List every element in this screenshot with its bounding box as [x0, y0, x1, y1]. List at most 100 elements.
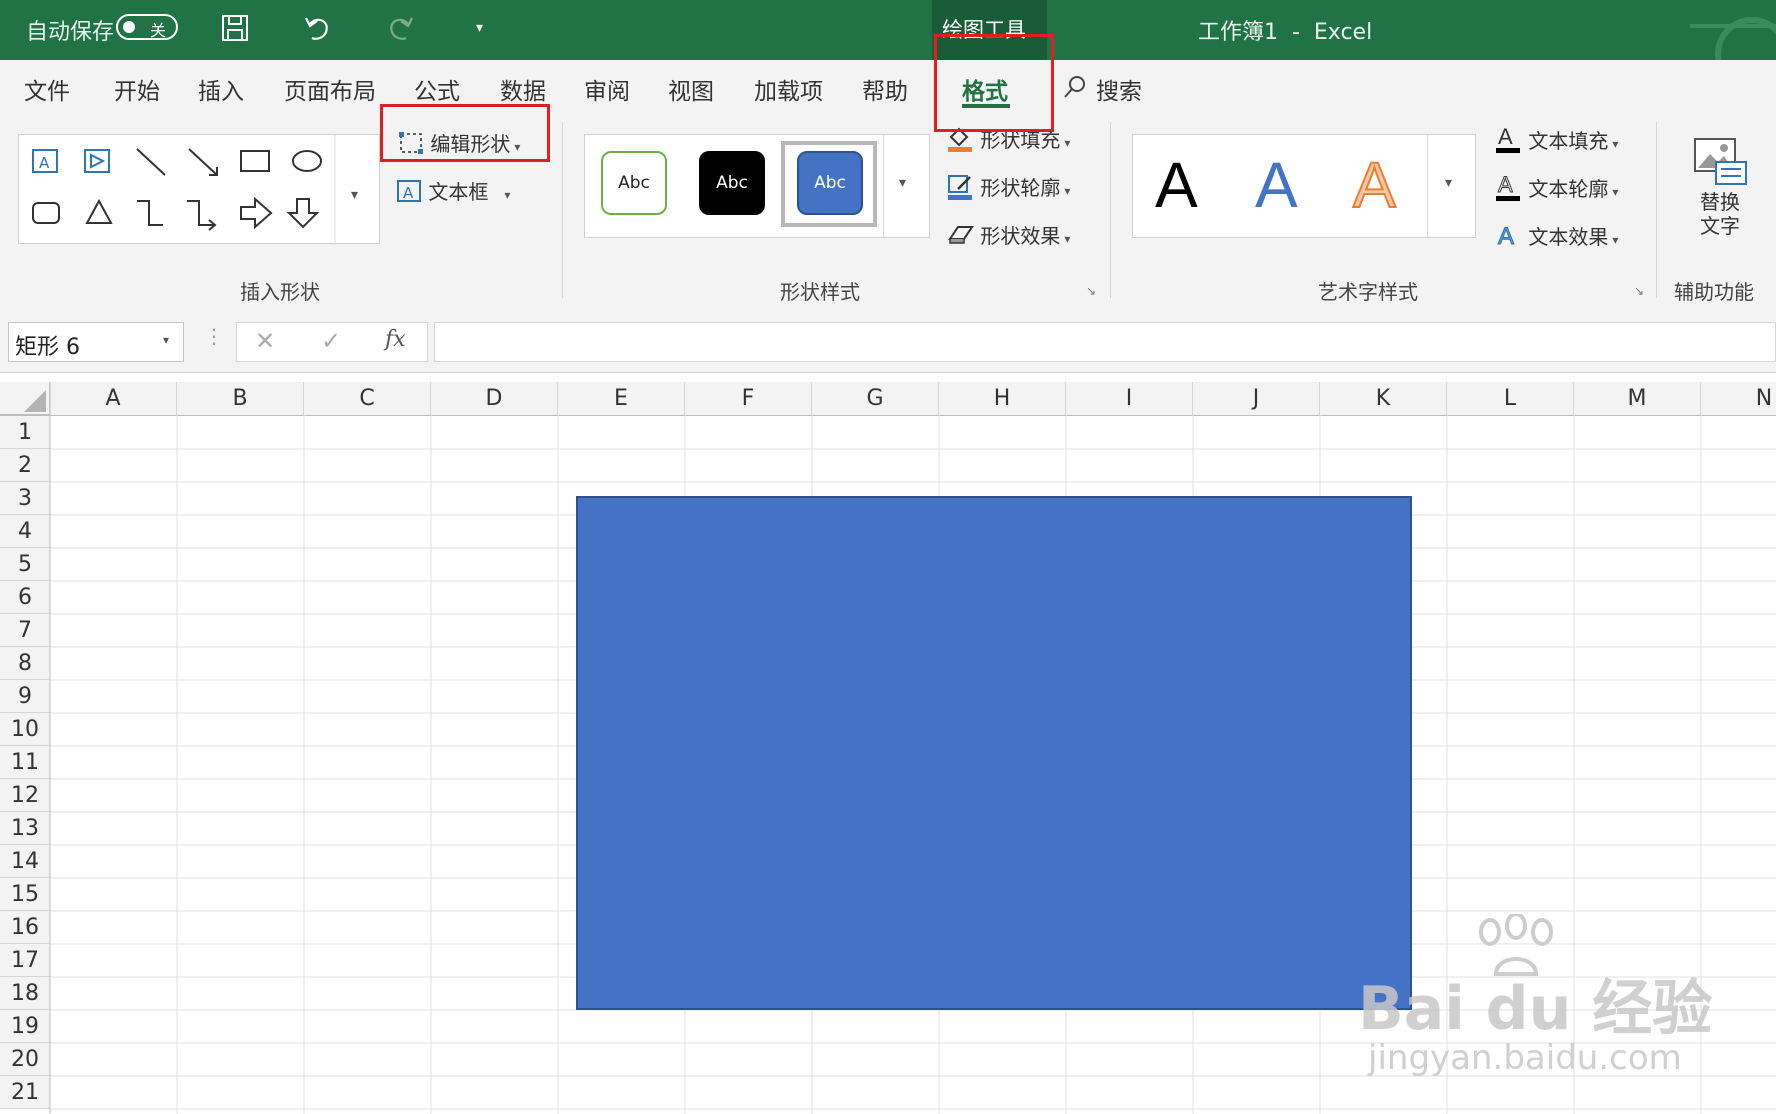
tab-view[interactable]: 视图 — [668, 72, 714, 106]
search-icon[interactable] — [1062, 74, 1088, 100]
formula-bar: 矩形 6 ▾ ⋮ ✕ ✓ fx — [0, 306, 1776, 373]
tab-page-layout[interactable]: 页面布局 — [284, 72, 376, 106]
right-arrow-shape-icon[interactable] — [240, 196, 273, 230]
alt-text-label-1: 替换 — [1700, 190, 1740, 214]
textbox-shape-icon[interactable]: A — [32, 149, 58, 173]
group-label-accessibility: 辅助功能 — [1674, 280, 1754, 304]
chevron-down-icon: ▾ — [1064, 136, 1071, 150]
tab-file[interactable]: 文件 — [24, 72, 70, 106]
shape-style-preset-black[interactable]: Abc — [699, 151, 765, 215]
line-shape-icon[interactable] — [136, 148, 166, 176]
watermark-brand: Bai du 经验 — [1358, 974, 1713, 1044]
text-effects-icon: A — [1498, 223, 1515, 251]
tab-formulas[interactable]: 公式 — [414, 72, 460, 106]
shape-effects-button[interactable]: 形状效果 ▾ — [946, 220, 1070, 249]
title-bar: 自动保存 关 ▾ 绘图工具 工作簿1 - Excel — [0, 0, 1776, 60]
tab-home[interactable]: 开始 — [114, 72, 160, 106]
chevron-down-icon: ▾ — [1612, 185, 1619, 199]
ribbon-tabs: 文件 开始 插入 页面布局 公式 数据 审阅 视图 加载项 帮助 格式 搜索 — [0, 60, 1776, 112]
decor-circle-icon — [1690, 17, 1776, 60]
redo-icon[interactable] — [384, 12, 416, 44]
autosave-label: 自动保存 — [26, 20, 115, 45]
svg-text:A: A — [39, 154, 50, 172]
text-effects-label: 文本效果 — [1528, 225, 1609, 249]
chevron-down-icon: ▾ — [1612, 233, 1619, 247]
group-label-shape-styles: 形状样式 — [780, 280, 860, 304]
vertical-textbox-shape-icon[interactable] — [84, 149, 110, 173]
insert-function-icon[interactable]: fx — [385, 327, 406, 352]
group-label-wordart: 艺术字样式 — [1318, 280, 1418, 304]
tab-help[interactable]: 帮助 — [862, 72, 908, 106]
group-label-insert-shapes: 插入形状 — [240, 280, 320, 304]
chevron-down-icon: ▾ — [504, 188, 511, 202]
triangle-shape-icon[interactable] — [85, 198, 113, 224]
text-outline-label: 文本轮廓 — [1528, 177, 1609, 201]
autosave-toggle[interactable]: 关 — [116, 14, 178, 40]
oval-shape-icon[interactable] — [292, 150, 322, 172]
baidu-watermark: Bai du 经验 jingyan.baidu.com — [1350, 914, 1750, 1094]
text-box-button[interactable]: A 文本框 ▾ — [396, 176, 510, 205]
rectangle-shape-icon[interactable] — [240, 150, 270, 172]
tab-add-ins[interactable]: 加载项 — [754, 72, 823, 106]
cancel-icon[interactable]: ✕ — [255, 327, 275, 355]
group-separator — [1110, 122, 1111, 298]
elbow-arrow-connector-icon[interactable] — [187, 200, 217, 231]
autosave-state: 关 — [150, 21, 167, 40]
arrow-line-shape-icon[interactable] — [188, 148, 218, 176]
preset-label: Abc — [814, 173, 846, 193]
shapes-gallery[interactable]: A ▾ — [18, 134, 380, 245]
tab-insert[interactable]: 插入 — [198, 72, 244, 106]
gallery-more-icon[interactable]: ▾ — [899, 175, 906, 191]
svg-text:A: A — [1498, 172, 1513, 197]
gallery-more-icon[interactable]: ▾ — [351, 187, 358, 203]
name-box-value: 矩形 6 — [15, 335, 80, 360]
enter-check-icon[interactable]: ✓ — [321, 327, 341, 355]
gallery-divider — [883, 135, 884, 237]
drag-handle-icon[interactable]: ⋮ — [204, 324, 224, 348]
wordart-gallery[interactable]: A A A ▾ — [1132, 134, 1476, 238]
alt-text-button[interactable]: 替换 文字 — [1680, 136, 1760, 256]
chevron-down-icon[interactable]: ▾ — [163, 333, 169, 347]
preset-label: Abc — [716, 173, 748, 193]
dialog-launcher-icon[interactable]: ↘ — [1634, 284, 1644, 298]
tab-data[interactable]: 数据 — [500, 72, 546, 106]
pen-outline-icon — [948, 175, 972, 200]
gallery-more-icon[interactable]: ▾ — [1445, 175, 1452, 191]
text-effects-button[interactable]: A 文本效果 ▾ — [1494, 220, 1619, 251]
tab-review[interactable]: 审阅 — [584, 72, 630, 106]
wordart-blue[interactable]: A — [1255, 153, 1298, 217]
shape-effects-icon — [948, 226, 974, 244]
group-separator — [1656, 122, 1657, 298]
name-box[interactable]: 矩形 6 ▾ — [8, 322, 184, 362]
text-box-label: 文本框 — [428, 180, 489, 204]
formula-input[interactable] — [434, 322, 1776, 362]
dialog-launcher-icon[interactable]: ↘ — [1086, 284, 1096, 298]
selected-rectangle-shape[interactable] — [576, 496, 1412, 1010]
elbow-connector-icon[interactable] — [137, 200, 163, 226]
chevron-down-icon: ▾ — [1612, 137, 1619, 151]
shape-outline-button[interactable]: 形状轮廓 ▾ — [946, 172, 1070, 201]
down-arrow-shape-icon[interactable] — [286, 198, 320, 229]
highlight-format-tab — [934, 34, 1054, 132]
alt-text-icon — [1694, 138, 1747, 185]
shape-style-preset-outline[interactable]: Abc — [601, 151, 667, 215]
save-icon[interactable] — [220, 13, 250, 43]
window-title: 工作簿1 - Excel — [1198, 20, 1373, 45]
gallery-divider — [1427, 135, 1428, 237]
shape-style-preset-blue[interactable]: Abc — [797, 151, 863, 215]
shape-styles-gallery[interactable]: Abc Abc Abc ▾ — [584, 134, 930, 238]
text-fill-button[interactable]: A 文本填充 ▾ — [1494, 124, 1618, 154]
text-outline-button[interactable]: A 文本轮廓 ▾ — [1494, 172, 1618, 202]
wordart-orange-outline[interactable]: A — [1352, 152, 1397, 218]
text-box-icon: A — [397, 180, 421, 202]
rounded-rect-shape-icon[interactable] — [32, 202, 60, 224]
wordart-black[interactable]: A — [1155, 153, 1198, 217]
qat-customize-icon[interactable]: ▾ — [476, 20, 483, 36]
watermark-url: jingyan.baidu.com — [1368, 1038, 1682, 1078]
chevron-down-icon: ▾ — [1064, 232, 1071, 246]
chevron-down-icon: ▾ — [1064, 184, 1071, 198]
undo-icon[interactable] — [302, 12, 334, 44]
svg-text:A: A — [1498, 124, 1513, 149]
search-label[interactable]: 搜索 — [1096, 72, 1142, 106]
highlight-edit-shape — [380, 104, 550, 162]
